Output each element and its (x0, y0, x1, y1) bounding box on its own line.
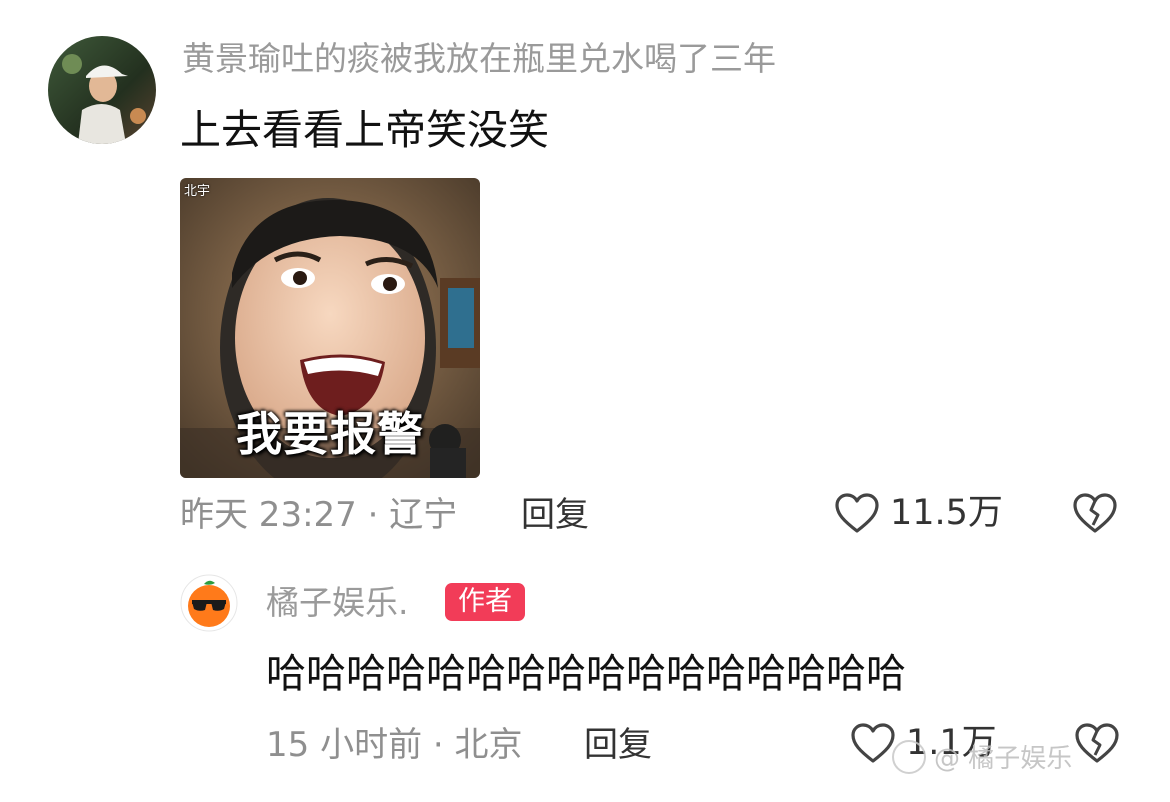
heart-outline-icon (835, 493, 879, 533)
watermark-text: @ 橘子娱乐 (934, 744, 1073, 774)
user-avatar[interactable] (48, 36, 156, 144)
watermark: @ 橘子娱乐 (892, 738, 1072, 775)
reply-meta: 15 小时前 · 北京 (266, 725, 523, 765)
comment-image[interactable]: 北宇 我要报警 (180, 178, 480, 478)
image-corner-text: 北宇 (184, 184, 211, 199)
broken-heart-icon (1073, 493, 1117, 533)
comment-username[interactable]: 黄景瑜吐的痰被我放在瓶里兑水喝了三年 (182, 42, 776, 75)
author-badge: 作者 (445, 583, 525, 621)
reply-button[interactable]: 回复 (521, 498, 589, 532)
image-caption: 我要报警 (236, 407, 424, 461)
dislike-button[interactable] (1072, 492, 1118, 538)
reply-button[interactable]: 回复 (584, 728, 652, 762)
weibo-logo-icon (892, 739, 926, 774)
heart-outline-icon (851, 723, 895, 763)
reply-username[interactable]: 橘子娱乐. (266, 586, 409, 619)
like-count: 11.5万 (890, 492, 1003, 533)
like-button[interactable]: 11.5万 (834, 492, 1003, 534)
comment-meta: 昨天 23:27 · 辽宁 (180, 495, 458, 535)
author-avatar[interactable] (180, 574, 238, 632)
reply-text: 哈哈哈哈哈哈哈哈哈哈哈哈哈哈哈哈 (266, 651, 906, 697)
broken-heart-icon (1075, 723, 1119, 763)
avatar-photo (48, 36, 156, 144)
comment-text: 上去看看上帝笑没笑 (180, 106, 549, 154)
dislike-button[interactable] (1074, 722, 1120, 768)
comment-thread: 黄景瑜吐的痰被我放在瓶里兑水喝了三年 上去看看上帝笑没笑 北宇 我要报警 昨天 … (0, 0, 1170, 802)
orange-sunglasses-logo (180, 574, 238, 632)
